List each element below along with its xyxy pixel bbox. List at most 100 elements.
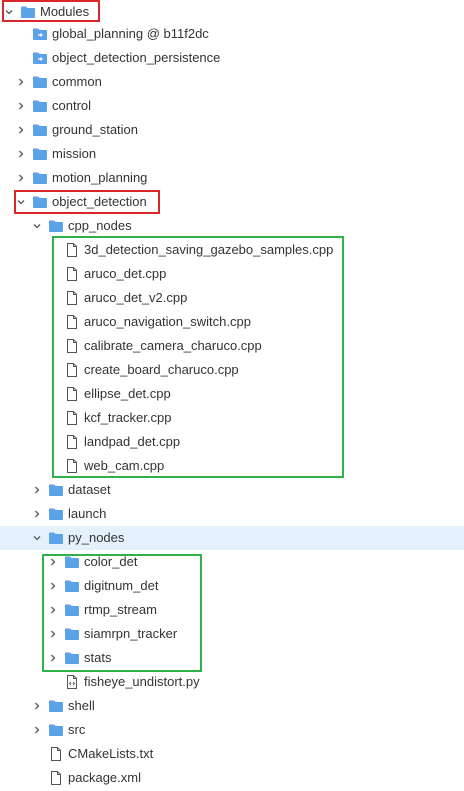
tree-item-src[interactable]: src (0, 718, 464, 742)
tree-item-label: src (68, 722, 86, 737)
tree-item-stats[interactable]: stats (0, 646, 464, 670)
tree-item-file[interactable]: aruco_det.cpp (0, 262, 464, 286)
file-icon (64, 290, 80, 306)
tree-item-mission[interactable]: mission (0, 142, 464, 166)
tree-item-file[interactable]: aruco_navigation_switch.cpp (0, 310, 464, 334)
file-icon (64, 410, 80, 426)
tree-item-label: global_planning @ b11f2dc (52, 26, 209, 41)
tree-item-label: launch (68, 506, 107, 521)
tree-item-global-planning[interactable]: global_planning @ b11f2dc (0, 22, 464, 46)
tree-item-object-detection[interactable]: object_detection (0, 190, 464, 214)
chevron-right-icon[interactable] (48, 581, 58, 591)
chevron-right-icon[interactable] (16, 101, 26, 111)
tree-item-file[interactable]: aruco_det_v2.cpp (0, 286, 464, 310)
tree-item-file[interactable]: create_board_charuco.cpp (0, 358, 464, 382)
tree-item-label: package.xml (68, 770, 141, 785)
chevron-down-icon[interactable] (32, 533, 42, 543)
python-file-icon (64, 674, 80, 690)
tree-item-label: common (52, 74, 102, 89)
file-icon (64, 242, 80, 258)
tree-item-file[interactable]: kcf_tracker.cpp (0, 406, 464, 430)
file-icon (48, 746, 64, 762)
file-tree: Modules global_planning @ b11f2dc object… (0, 0, 464, 791)
tree-item-file[interactable]: landpad_det.cpp (0, 430, 464, 454)
tree-item-label: color_det (84, 554, 138, 569)
chevron-right-icon[interactable] (32, 701, 42, 711)
tree-item-rtmp-stream[interactable]: rtmp_stream (0, 598, 464, 622)
tree-item-shell[interactable]: shell (0, 694, 464, 718)
tree-item-cmakelists[interactable]: CMakeLists.txt (0, 742, 464, 766)
tree-item-file[interactable]: 3d_detection_saving_gazebo_samples.cpp (0, 238, 464, 262)
tree-item-common[interactable]: common (0, 70, 464, 94)
chevron-right-icon[interactable] (48, 629, 58, 639)
folder-icon (48, 530, 64, 546)
tree-item-launch[interactable]: launch (0, 502, 464, 526)
folder-icon (32, 170, 48, 186)
tree-item-label: py_nodes (68, 530, 125, 545)
chevron-down-icon[interactable] (16, 197, 26, 207)
tree-item-label: 3d_detection_saving_gazebo_samples.cpp (84, 242, 334, 257)
folder-icon (32, 146, 48, 162)
tree-item-modules[interactable]: Modules (0, 0, 464, 24)
tree-item-ground-station[interactable]: ground_station (0, 118, 464, 142)
folder-icon (64, 650, 80, 666)
tree-item-label: object_detection_persistence (52, 50, 221, 65)
submodule-folder-icon (32, 50, 48, 66)
folder-icon (20, 4, 36, 20)
tree-item-label: mission (52, 146, 97, 161)
tree-item-label: aruco_navigation_switch.cpp (84, 314, 251, 329)
folder-icon (64, 554, 80, 570)
chevron-right-icon[interactable] (16, 173, 26, 183)
tree-item-file[interactable]: web_cam.cpp (0, 454, 464, 478)
tree-item-package-xml[interactable]: package.xml (0, 766, 464, 790)
chevron-right-icon[interactable] (32, 485, 42, 495)
tree-item-label: kcf_tracker.cpp (84, 410, 172, 425)
file-icon (64, 314, 80, 330)
chevron-right-icon[interactable] (48, 605, 58, 615)
tree-item-file[interactable]: ellipse_det.cpp (0, 382, 464, 406)
tree-item-label: fisheye_undistort.py (84, 674, 200, 689)
chevron-right-icon[interactable] (32, 725, 42, 735)
tree-item-label: CMakeLists.txt (68, 746, 154, 761)
folder-icon (64, 626, 80, 642)
chevron-right-icon[interactable] (48, 557, 58, 567)
chevron-right-icon[interactable] (32, 509, 42, 519)
file-icon (64, 338, 80, 354)
tree-item-py-nodes[interactable]: py_nodes (0, 526, 464, 550)
folder-icon (32, 74, 48, 90)
file-icon (64, 386, 80, 402)
folder-icon (32, 98, 48, 114)
tree-item-label: dataset (68, 482, 111, 497)
file-icon (64, 434, 80, 450)
tree-item-label: Modules (40, 4, 90, 19)
chevron-down-icon[interactable] (4, 7, 14, 17)
folder-icon (48, 218, 64, 234)
tree-item-control[interactable]: control (0, 94, 464, 118)
tree-item-file[interactable]: calibrate_camera_charuco.cpp (0, 334, 464, 358)
tree-item-label: web_cam.cpp (84, 458, 165, 473)
tree-item-python-file[interactable]: fisheye_undistort.py (0, 670, 464, 694)
chevron-right-icon[interactable] (16, 149, 26, 159)
folder-icon (32, 122, 48, 138)
tree-item-motion-planning[interactable]: motion_planning (0, 166, 464, 190)
chevron-down-icon[interactable] (32, 221, 42, 231)
tree-item-label: control (52, 98, 92, 113)
chevron-right-icon[interactable] (48, 653, 58, 663)
tree-item-siamrpn-tracker[interactable]: siamrpn_tracker (0, 622, 464, 646)
tree-item-object-detection-persistence[interactable]: object_detection_persistence (0, 46, 464, 70)
file-icon (64, 458, 80, 474)
tree-item-label: aruco_det.cpp (84, 266, 167, 281)
tree-item-label: motion_planning (52, 170, 148, 185)
folder-icon (32, 194, 48, 210)
tree-item-color-det[interactable]: color_det (0, 550, 464, 574)
tree-item-dataset[interactable]: dataset (0, 478, 464, 502)
chevron-right-icon[interactable] (16, 77, 26, 87)
folder-icon (48, 482, 64, 498)
folder-icon (48, 722, 64, 738)
folder-icon (64, 578, 80, 594)
chevron-right-icon[interactable] (16, 125, 26, 135)
file-icon (64, 266, 80, 282)
tree-item-digitnum-det[interactable]: digitnum_det (0, 574, 464, 598)
tree-item-cpp-nodes[interactable]: cpp_nodes (0, 214, 464, 238)
tree-item-label: create_board_charuco.cpp (84, 362, 239, 377)
